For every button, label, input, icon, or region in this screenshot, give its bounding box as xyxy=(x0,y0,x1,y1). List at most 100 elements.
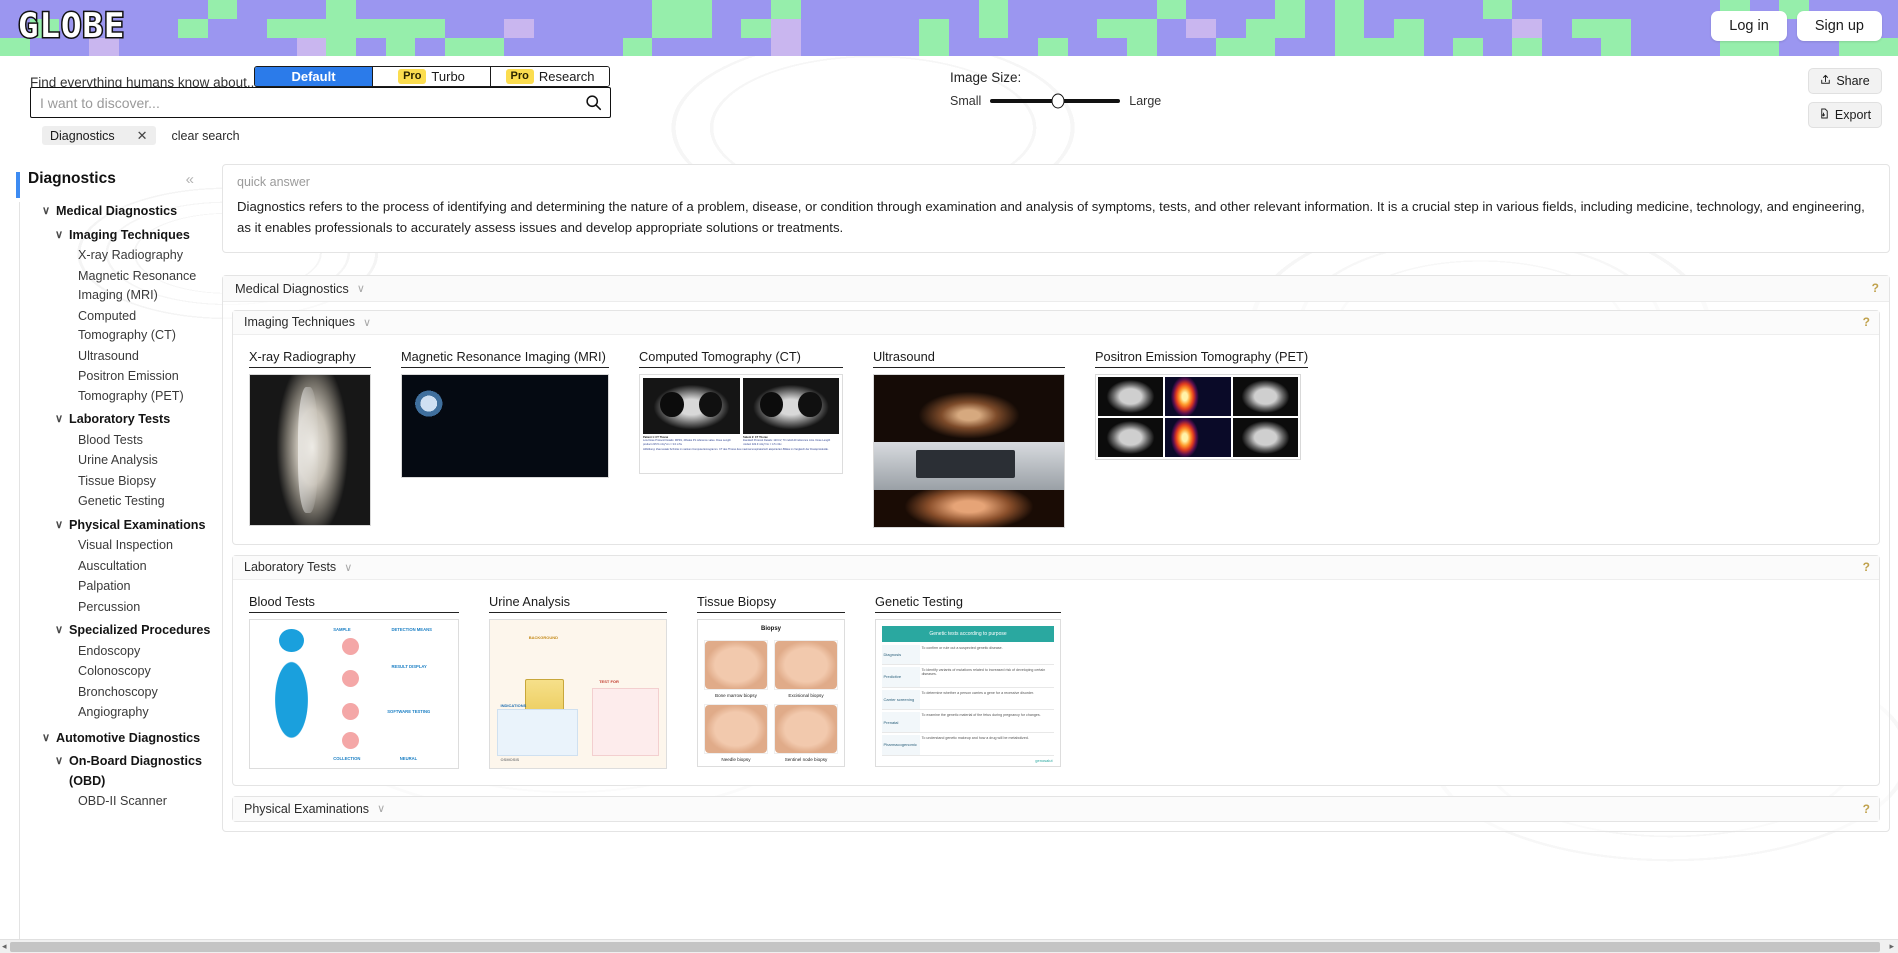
signup-button[interactable]: Sign up xyxy=(1796,11,1882,41)
genetic-testing-thumbnail[interactable]: Genetic tests according to purpose Diagn… xyxy=(875,618,1061,767)
app-header: GLOBE Log in Sign up xyxy=(0,0,1898,56)
sidebar-item-auscultation[interactable]: Auscultation xyxy=(28,557,206,577)
image-card[interactable]: Computed Tomography (CT) Patient 1: CT T… xyxy=(639,349,843,474)
sidebar-item-label: On-Board Diagnostics (OBD) xyxy=(69,754,202,788)
image-card-title: Genetic Testing xyxy=(875,594,1061,613)
mri-thumbnail[interactable] xyxy=(401,373,609,478)
xray-thumbnail[interactable] xyxy=(249,373,371,526)
chevron-down-icon[interactable]: ∨ xyxy=(363,316,371,329)
chevron-down-icon[interactable]: ∨ xyxy=(344,561,352,574)
chevron-down-icon[interactable]: ∨ xyxy=(377,802,385,815)
sidebar-item-on-board-diagnostics-obd[interactable]: ∨ On-Board Diagnostics (OBD) xyxy=(28,752,214,791)
chevron-down-icon[interactable]: ∨ xyxy=(55,410,64,428)
sidebar-item-endoscopy[interactable]: Endoscopy xyxy=(28,642,206,662)
sidebar-item-x-ray-radiography[interactable]: X-ray Radiography xyxy=(28,246,206,266)
image-card[interactable]: X-ray Radiography xyxy=(249,349,371,526)
chevron-down-icon[interactable]: ∨ xyxy=(55,516,64,534)
pet-thumbnail[interactable] xyxy=(1095,373,1301,460)
sidebar-item-positron-emission-tomography-pet[interactable]: Positron Emission Tomography (PET) xyxy=(28,367,206,406)
ct-thumbnail[interactable]: Patient 1: CT Thorax Low Dose Protocol De… xyxy=(639,373,843,474)
sidebar-item-colonoscopy[interactable]: Colonoscopy xyxy=(28,662,206,682)
sidebar-item-imaging-techniques[interactable]: ∨ Imaging Techniques xyxy=(28,226,214,246)
help-icon[interactable]: ? xyxy=(1872,281,1879,295)
search-input[interactable] xyxy=(31,93,576,112)
tab-default[interactable]: Default xyxy=(255,67,373,86)
tab-research[interactable]: Pro Research xyxy=(491,67,609,86)
image-card[interactable]: Ultrasound xyxy=(873,349,1065,528)
sidebar-item-medical-diagnostics[interactable]: ∨ Medical Diagnostics xyxy=(28,202,214,222)
share-icon xyxy=(1820,74,1831,88)
tab-default-label: Default xyxy=(291,69,336,84)
tab-research-label: Research xyxy=(538,69,595,84)
slider-thumb[interactable] xyxy=(1051,93,1065,109)
image-size-slider[interactable] xyxy=(990,93,1121,109)
chevron-down-icon[interactable]: ∨ xyxy=(55,621,64,639)
sidebar-item-magnetic-resonance-imaging-mri[interactable]: Magnetic Resonance Imaging (MRI) xyxy=(28,267,206,306)
help-icon[interactable]: ? xyxy=(1863,315,1870,329)
ct-figure-footer: Abbildung: Zwei axiale Schnitte im nativ… xyxy=(643,448,829,452)
export-button[interactable]: Export xyxy=(1808,102,1882,128)
tab-turbo[interactable]: Pro Turbo xyxy=(373,67,491,86)
sidebar-item-label: Computed Tomography (CT) xyxy=(78,308,176,343)
sidebar-item-label: Urine Analysis xyxy=(78,453,158,468)
image-card-title: Blood Tests xyxy=(249,594,459,613)
subgroup-header[interactable]: Physical Examinations ∨ ? xyxy=(233,796,1879,821)
sidebar-item-genetic-testing[interactable]: Genetic Testing xyxy=(28,492,206,512)
chevron-down-icon[interactable]: ∨ xyxy=(42,729,51,747)
pro-badge-research: Pro xyxy=(505,68,534,85)
sidebar-item-blood-tests[interactable]: Blood Tests xyxy=(28,431,206,451)
image-card[interactable]: Urine Analysis BACKGROUND INDICATIONS TE… xyxy=(489,594,667,769)
sidebar-item-percussion[interactable]: Percussion xyxy=(28,598,206,618)
image-card[interactable]: Tissue Biopsy Biopsy Bone marrow biopsy … xyxy=(697,594,845,767)
scroll-right-arrow[interactable]: ▸ xyxy=(1889,941,1894,952)
image-card[interactable]: Genetic Testing Genetic tests according … xyxy=(875,594,1061,767)
subgroup-header[interactable]: Imaging Techniques ∨ ? xyxy=(233,310,1879,335)
search-icon[interactable] xyxy=(576,94,610,111)
blood-tests-thumbnail[interactable]: SAMPLE DETECTION MEANS RESULT DISPLAY SO… xyxy=(249,618,459,769)
sidebar-item-visual-inspection[interactable]: Visual Inspection xyxy=(28,536,206,556)
sidebar-item-specialized-procedures[interactable]: ∨ Specialized Procedures xyxy=(28,621,214,641)
login-button[interactable]: Log in xyxy=(1711,11,1787,41)
image-card[interactable]: Positron Emission Tomography (PET) xyxy=(1095,349,1309,460)
filter-chip-diagnostics[interactable]: Diagnostics ✕ xyxy=(42,126,156,145)
sidebar-item-urine-analysis[interactable]: Urine Analysis xyxy=(28,451,206,471)
subgroup-header[interactable]: Laboratory Tests ∨ ? xyxy=(233,555,1879,580)
sidebar-item-automotive-diagnostics[interactable]: ∨ Automotive Diagnostics xyxy=(28,729,214,749)
blood-label-software: SOFTWARE TESTING xyxy=(387,708,431,714)
collapse-sidebar-icon[interactable]: « xyxy=(186,171,194,188)
sidebar-item-ultrasound[interactable]: Ultrasound xyxy=(28,347,206,367)
subgroup-imaging-techniques: Imaging Techniques ∨ ? X-ray Radiography… xyxy=(232,309,1880,545)
sidebar-item-computed-tomography-ct[interactable]: Computed Tomography (CT) xyxy=(28,307,206,346)
biopsy-label-3: Needle biopsy xyxy=(721,756,751,762)
chevron-down-icon[interactable]: ∨ xyxy=(55,226,64,244)
ultrasound-fetal-image xyxy=(874,490,1064,527)
share-button[interactable]: Share xyxy=(1808,68,1882,94)
tissue-biopsy-thumbnail[interactable]: Biopsy Bone marrow biopsy Excisional bio… xyxy=(697,618,845,767)
scrollbar-thumb[interactable] xyxy=(10,942,1880,952)
image-card[interactable]: Blood Tests SAMPLE DETECTION MEANS RESUL… xyxy=(249,594,459,769)
image-card[interactable]: Magnetic Resonance Imaging (MRI) xyxy=(401,349,609,478)
scroll-left-arrow[interactable]: ◂ xyxy=(2,941,7,952)
help-icon[interactable]: ? xyxy=(1863,802,1870,816)
chevron-down-icon[interactable]: ∨ xyxy=(357,282,365,295)
sidebar-item-bronchoscopy[interactable]: Bronchoscopy xyxy=(28,683,206,703)
ultrasound-thumbnail[interactable] xyxy=(873,373,1065,528)
sidebar-item-angiography[interactable]: Angiography xyxy=(28,703,206,723)
urine-label-test-for: TEST FOR xyxy=(599,678,619,684)
genetic-row-type: Diagnosis xyxy=(881,644,920,664)
group-header[interactable]: Medical Diagnostics ∨ ? xyxy=(223,275,1889,302)
urine-analysis-thumbnail[interactable]: BACKGROUND INDICATIONS TEST FOR OSMOSIS xyxy=(489,618,667,769)
sidebar-item-obd-ii-scanner[interactable]: OBD-II Scanner xyxy=(28,792,206,812)
sidebar-item-physical-examinations[interactable]: ∨ Physical Examinations xyxy=(28,516,214,536)
sidebar-item-tissue-biopsy[interactable]: Tissue Biopsy xyxy=(28,472,206,492)
sidebar-item-laboratory-tests[interactable]: ∨ Laboratory Tests xyxy=(28,410,214,430)
chevron-down-icon[interactable]: ∨ xyxy=(42,202,51,220)
clear-search-link[interactable]: clear search xyxy=(172,129,240,143)
biopsy-heading: Biopsy xyxy=(760,625,781,632)
horizontal-scrollbar[interactable]: ◂ ▸ xyxy=(0,939,1898,953)
chevron-down-icon[interactable]: ∨ xyxy=(55,752,64,770)
close-icon[interactable]: ✕ xyxy=(137,128,148,144)
sidebar-item-palpation[interactable]: Palpation xyxy=(28,577,206,597)
sidebar-item-label: OBD-II Scanner xyxy=(78,794,167,809)
help-icon[interactable]: ? xyxy=(1863,560,1870,574)
